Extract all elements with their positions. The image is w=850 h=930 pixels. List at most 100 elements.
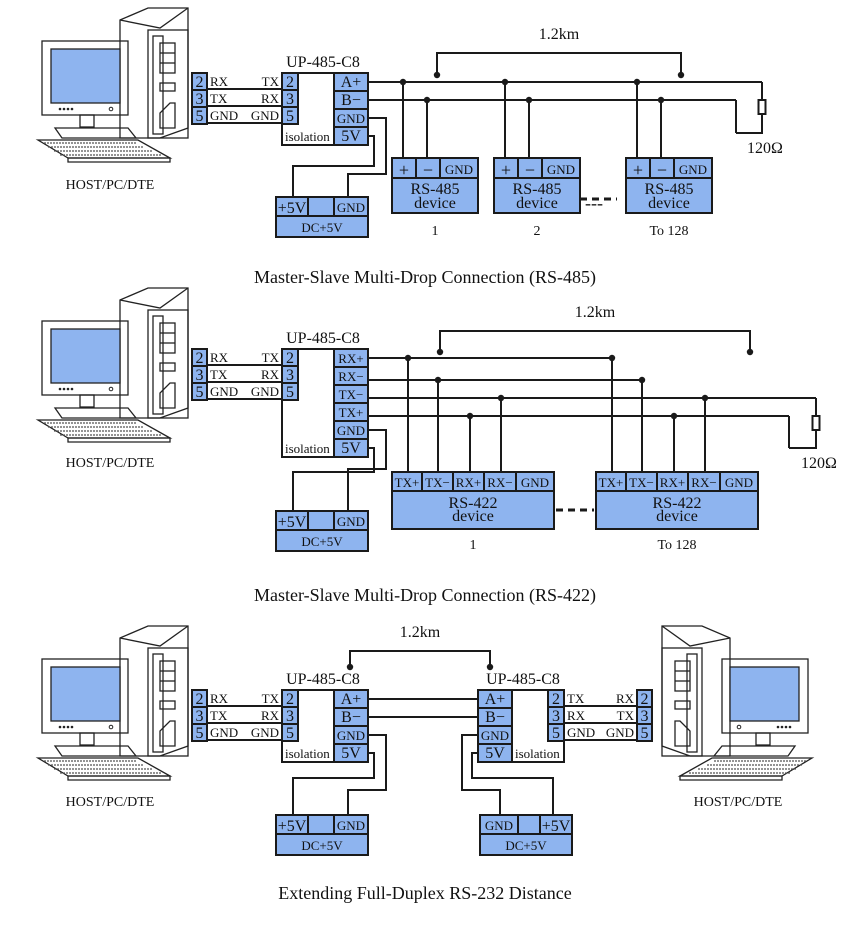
host-label: HOST/PC/DTE: [694, 795, 783, 810]
power-label: DC+5V: [505, 838, 547, 853]
rs485-device: + − GNDRS-485device: [391, 157, 479, 214]
device-subtitle: device: [516, 195, 558, 212]
device-pin-label: GND: [679, 162, 707, 177]
serial-pin-number: 5: [286, 108, 294, 125]
junction-dot: [423, 96, 431, 104]
output-terminal-label: GND: [337, 728, 365, 743]
db9-pin-number: 3: [641, 708, 649, 725]
serial-signal-label: GND: [210, 384, 238, 399]
output-terminal-label: GND: [481, 728, 509, 743]
junction-dot: [466, 412, 474, 420]
host-pc-icon: [661, 625, 813, 781]
device-number: 2: [534, 224, 541, 239]
device-pin-label: +: [501, 160, 511, 180]
dc-power-supply: +5V GND DC+5V: [275, 814, 369, 856]
device-pin-label: GND: [547, 162, 575, 177]
junction-dot: [399, 78, 407, 86]
device-number: To 128: [649, 224, 688, 239]
distance-label: 1.2km: [539, 26, 580, 43]
db9-pin-number: 3: [196, 91, 204, 108]
terminator-label: 120Ω: [801, 455, 837, 472]
terminator-wire: [789, 430, 817, 449]
converter-name: UP-485-C8: [286, 671, 360, 688]
computer-icon: [37, 287, 189, 443]
rs485-device: + − GNDRS-485device: [493, 157, 581, 214]
serial-signal-label: TX: [262, 350, 280, 365]
serial-signal-label: RX: [261, 91, 280, 106]
serial-signal-label: RX: [261, 708, 280, 723]
power-label: DC+5V: [301, 534, 343, 549]
host-label: HOST/PC/DTE: [66, 456, 155, 471]
device-subtitle: device: [452, 508, 494, 525]
junction-dot: [434, 376, 442, 384]
serial-signal-label: RX: [261, 367, 280, 382]
host-label: HOST/PC/DTE: [66, 795, 155, 810]
serial-signal-label: RX: [210, 350, 229, 365]
device-subtitle: device: [648, 195, 690, 212]
isolation-label: isolation: [285, 441, 330, 456]
serial-signal-label: GND: [251, 725, 279, 740]
distance-bracket: [349, 650, 491, 667]
device-pin-label: RX+: [660, 475, 685, 490]
output-terminal-label: B−: [341, 92, 361, 109]
serial-pin-number: 3: [286, 708, 294, 725]
db9-pin-number: 5: [196, 108, 204, 125]
power-label: DC+5V: [301, 220, 343, 235]
converter-up-485-c8: UP-485-C8 A+B− GND 5V 235 isolation: [477, 671, 565, 763]
distance-bracket: [439, 330, 751, 352]
isolation-label: isolation: [285, 746, 330, 761]
converter-up-485-c8: UP-485-C8 235 RX+ RX− TX− TX+ GND 5V isolation: [281, 330, 369, 458]
distance-marker-dot: [433, 71, 441, 79]
converter-up-485-c8: UP-485-C8 235 A+B− GND 5V isolation: [281, 54, 369, 146]
db9-pin-number: 5: [196, 725, 204, 742]
output-terminal-label: GND: [337, 423, 365, 438]
output-terminal-label: B−: [341, 709, 361, 726]
output-terminal-label: 5V: [341, 128, 361, 145]
converter-name: UP-485-C8: [286, 330, 360, 347]
serial-signal-label: TX: [262, 74, 280, 89]
power-plus-label: +5V: [278, 514, 307, 531]
db9-pin-number: 2: [196, 350, 204, 367]
section-caption-rs232: Extending Full-Duplex RS-232 Distance: [278, 883, 571, 903]
output-terminal-label: RX+: [338, 351, 363, 366]
wiring-diagram: HOST/PC/DTE235RXTXGNDTXRXGNDUP-485-C8235…: [37, 7, 837, 903]
serial-signal-label: TX: [210, 91, 228, 106]
db9-pin-number: 5: [196, 384, 204, 401]
output-terminal-label: TX−: [339, 387, 364, 402]
dc-power-supply: +5V GND DC+5V: [275, 510, 369, 552]
junction-dot: [501, 78, 509, 86]
power-gnd-label: GND: [337, 200, 365, 215]
serial-pin-number: 2: [286, 74, 294, 91]
power-plus-label: +5V: [278, 200, 307, 217]
serial-pin-number: 5: [552, 725, 560, 742]
db9-pin-number: 5: [641, 725, 649, 742]
serial-signal-label: TX: [210, 367, 228, 382]
distance-marker-dot: [677, 71, 685, 79]
host-pc-icon: [37, 625, 189, 781]
serial-pin-number: 5: [286, 384, 294, 401]
device-pin-label: RX−: [691, 475, 716, 490]
device-pin-label: RX−: [487, 475, 512, 490]
device-pin-label: TX−: [629, 475, 654, 490]
section-caption-rs485: Master-Slave Multi-Drop Connection (RS-4…: [254, 267, 596, 288]
db9-pin-number: 2: [641, 691, 649, 708]
power-plus-label: +5V: [542, 818, 571, 835]
device-number: 1: [470, 538, 477, 553]
device-subtitle: device: [414, 195, 456, 212]
junction-dot: [701, 394, 709, 402]
computer-icon: [37, 7, 189, 163]
distance-marker-dot: [486, 663, 494, 671]
power-plus-label: +5V: [278, 818, 307, 835]
junction-dot: [633, 78, 641, 86]
host-pc-icon: [37, 287, 189, 443]
distance-label: 1.2km: [575, 304, 616, 321]
host-pc-icon: [37, 7, 189, 163]
device-pin-label: GND: [445, 162, 473, 177]
device-pin-label: +: [399, 160, 409, 180]
db9-pin-number: 2: [196, 691, 204, 708]
converter-name: UP-485-C8: [486, 671, 560, 688]
serial-pin-number: 2: [552, 691, 560, 708]
distance-marker-dot: [746, 348, 754, 356]
ellipsis: ---: [585, 193, 603, 213]
power-gnd-label: GND: [485, 818, 513, 833]
